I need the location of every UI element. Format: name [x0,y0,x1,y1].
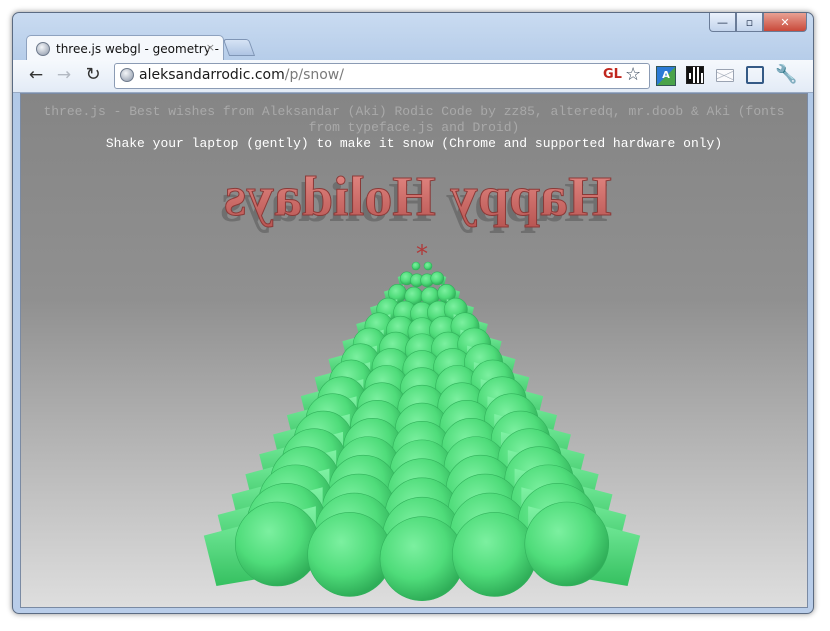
toolbar: ← → ↻ aleksandarrodic.com/p/snow/ GL ☆ A… [13,60,813,93]
back-button[interactable]: ← [25,64,47,86]
globe-icon [36,41,50,56]
tree-bauble [430,271,445,286]
forward-button[interactable]: → [53,64,75,86]
tree-bauble [307,512,392,597]
mail-icon[interactable] [716,69,734,82]
fullscreen-icon[interactable] [746,66,764,84]
minimize-button[interactable]: — [709,13,736,32]
maximize-button[interactable]: ▫ [736,13,763,32]
tab-title: three.js webgl - geometry - [56,41,219,56]
tab-active[interactable]: three.js webgl - geometry - × [26,35,224,61]
globe-icon [120,68,134,82]
url-path: /p/snow/ [284,67,344,83]
wrench-icon[interactable]: 🔧 [775,66,797,84]
translate-icon[interactable]: A [656,66,676,86]
bookmark-star-icon[interactable]: ☆ [625,64,641,85]
close-button[interactable]: ✕ [763,13,807,32]
christmas-tree [203,261,641,602]
browser-window: — ▫ ✕ three.js webgl - geometry - × ← → … [12,12,814,614]
tree-bauble [234,501,320,587]
tree-star-icon: * [416,240,428,268]
url-host: aleksandarrodic.com [139,67,285,83]
tree-bauble [524,501,610,587]
page-canvas[interactable]: Happy Holidays Happy Holidays * three.js… [20,93,808,608]
url-text[interactable]: aleksandarrodic.com/p/snow/ [139,67,344,83]
tree-bauble [452,512,537,597]
qr-code-icon[interactable] [686,66,704,84]
tree-bauble [379,516,465,602]
credits-text: three.js - Best wishes from Aleksandar (… [43,104,785,135]
tab-close-icon[interactable]: × [206,41,215,54]
info-panel: three.js - Best wishes from Aleksandar (… [21,104,807,152]
address-bar[interactable]: aleksandarrodic.com/p/snow/ GL ☆ [114,63,650,89]
headline-3d-text: Happy Holidays [224,166,611,228]
webgl-scene: Happy Holidays Happy Holidays * [203,166,641,602]
reload-button[interactable]: ↻ [82,64,104,86]
window-controls: — ▫ ✕ [709,13,807,32]
webgl-badge-icon[interactable]: GL [603,67,622,82]
instruction-text: Shake your laptop (gently) to make it sn… [105,136,723,151]
new-tab-button[interactable] [222,39,256,56]
